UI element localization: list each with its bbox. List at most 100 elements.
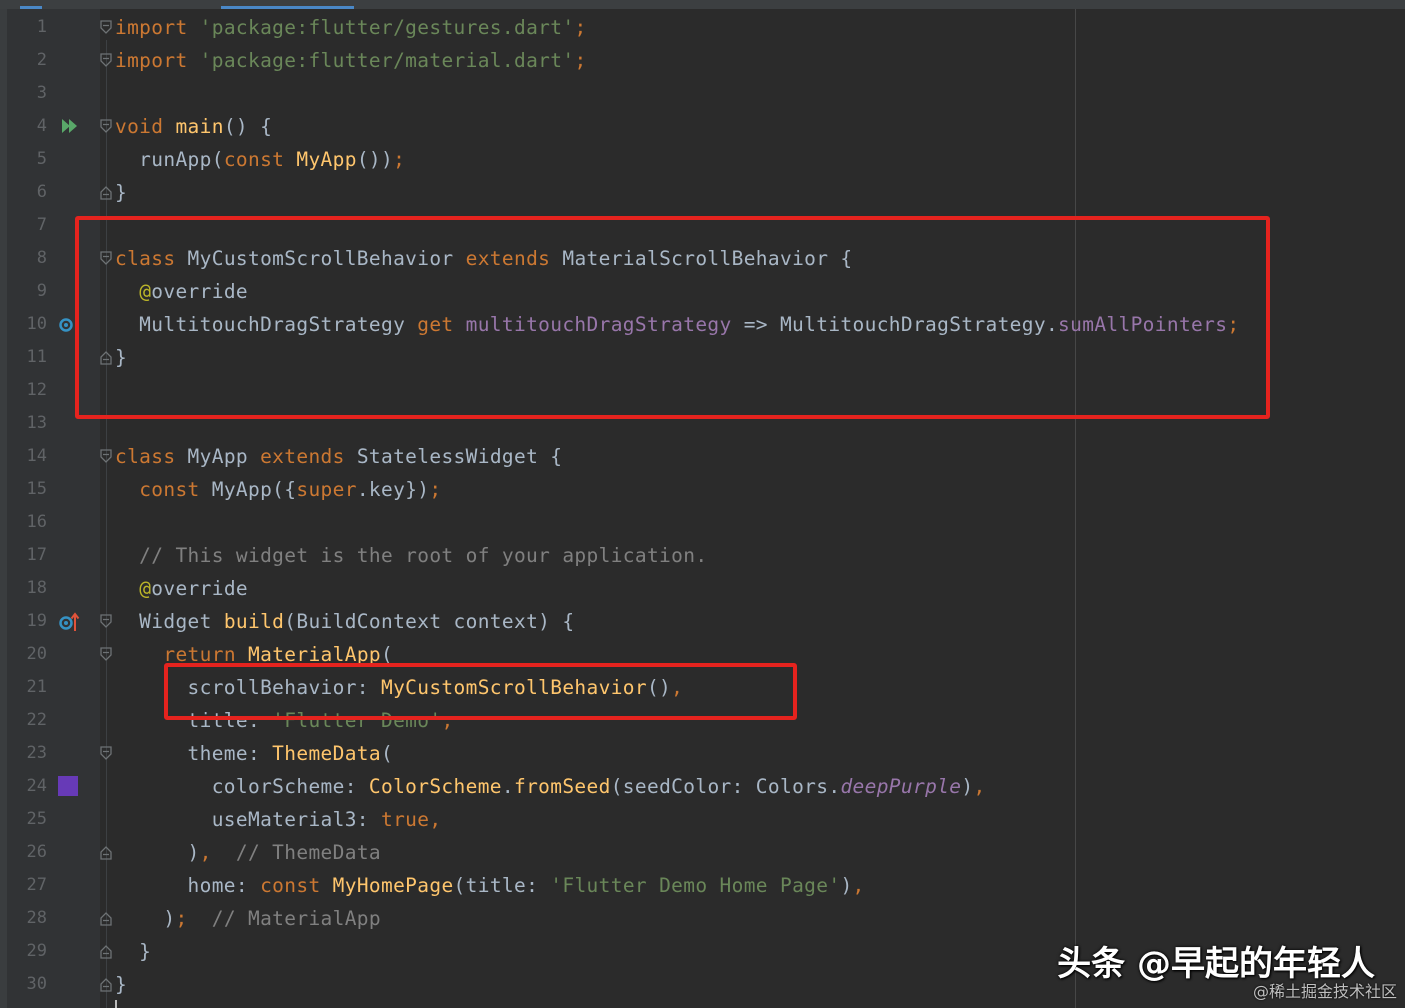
line-number: 23 [26, 743, 47, 763]
code-token: , [973, 775, 986, 798]
code-text[interactable]: class MyApp extends StatelessWidget { [115, 440, 562, 473]
code-text[interactable]: Widget build(BuildContext context) { [115, 605, 574, 638]
run-main-icon[interactable] [60, 116, 80, 136]
line-number: 28 [26, 908, 47, 928]
code-line[interactable]: 4 void main() { [0, 110, 1405, 143]
line-number: 7 [36, 215, 47, 235]
fold-marker-icon[interactable] [99, 185, 113, 200]
text-caret [115, 1000, 117, 1008]
line-number: 12 [26, 380, 47, 400]
code-line[interactable]: 16 [0, 506, 1405, 539]
fold-marker-icon[interactable] [99, 746, 113, 761]
code-text[interactable]: @override [115, 572, 248, 605]
line-number: 16 [26, 512, 47, 532]
code-line[interactable]: 19 Widget build(BuildContext context) { [0, 605, 1405, 638]
code-text[interactable]: runApp(const MyApp()); [115, 143, 405, 176]
fold-marker-icon[interactable] [99, 614, 113, 629]
code-line[interactable]: 18 @override [0, 572, 1405, 605]
code-text[interactable]: ), // ThemeData [115, 836, 381, 869]
fold-marker-icon[interactable] [99, 911, 113, 926]
line-number: 10 [26, 314, 47, 334]
code-token: ()) [356, 148, 394, 171]
code-text[interactable]: } [115, 176, 127, 209]
code-token: MyHomePage [332, 874, 454, 897]
code-token: void [115, 115, 164, 138]
code-line[interactable]: 5 runApp(const MyApp()); [0, 143, 1405, 176]
code-token: ; [574, 16, 587, 39]
code-text[interactable]: colorScheme: ColorScheme.fromSeed(seedCo… [115, 770, 986, 803]
code-text[interactable]: useMaterial3: true, [115, 803, 441, 836]
overrides-method-icon[interactable] [58, 611, 82, 633]
code-token: 'package:flutter/material.dart' [199, 49, 575, 72]
code-token: // This widget is the root of your appli… [115, 544, 708, 567]
code-text[interactable]: // This widget is the root of your appli… [115, 539, 707, 572]
code-token: theme: [115, 742, 273, 765]
fold-marker-icon[interactable] [99, 449, 113, 464]
fold-marker-icon[interactable] [99, 53, 113, 68]
code-text[interactable]: import 'package:flutter/gestures.dart'; [115, 11, 587, 44]
code-text[interactable]: void main() { [115, 110, 272, 143]
code-line[interactable]: 15 const MyApp({super.key}); [0, 473, 1405, 506]
code-token: } [115, 181, 128, 204]
fold-marker-icon[interactable] [99, 20, 113, 35]
code-text[interactable]: import 'package:flutter/material.dart'; [115, 44, 587, 77]
code-text[interactable]: home: const MyHomePage(title: 'Flutter D… [115, 869, 865, 902]
code-text[interactable]: } [115, 968, 127, 1001]
code-line[interactable]: 23 theme: ThemeData( [0, 737, 1405, 770]
code-token: import [115, 16, 188, 39]
color-swatch-icon[interactable] [58, 776, 78, 796]
code-line[interactable]: 3 [0, 77, 1405, 110]
code-line[interactable]: 6} [0, 176, 1405, 209]
line-number: 15 [26, 479, 47, 499]
fold-marker-icon[interactable] [99, 119, 113, 134]
code-text[interactable]: } [115, 935, 151, 968]
line-number: 30 [26, 974, 47, 994]
fold-marker-icon[interactable] [99, 845, 113, 860]
code-text[interactable]: const MyApp({super.key}); [115, 473, 441, 506]
line-number: 19 [26, 611, 47, 631]
fold-marker-icon[interactable] [99, 977, 113, 992]
code-line[interactable]: 17 // This widget is the root of your ap… [0, 539, 1405, 572]
code-token: MyApp [296, 148, 357, 171]
fold-marker-icon[interactable] [99, 647, 113, 662]
code-line[interactable]: 26 ), // ThemeData [0, 836, 1405, 869]
code-token: build [223, 610, 285, 633]
line-number: 4 [36, 116, 47, 136]
code-token: main [175, 115, 224, 138]
code-token: () { [223, 115, 273, 138]
code-token: , [429, 808, 442, 831]
code-line[interactable]: 25 useMaterial3: true, [0, 803, 1405, 836]
code-token: , [199, 841, 212, 864]
code-line[interactable]: 14 class MyApp extends StatelessWidget { [0, 440, 1405, 473]
code-token: 'Flutter Demo Home Page' [550, 874, 841, 897]
line-number: 1 [36, 17, 47, 37]
line-number: 25 [26, 809, 47, 829]
code-line[interactable]: 28 ); // MaterialApp [0, 902, 1405, 935]
line-number: 2 [36, 50, 47, 70]
code-token: fromSeed [513, 775, 611, 798]
code-line[interactable]: 27 home: const MyHomePage(title: 'Flutte… [0, 869, 1405, 902]
code-line[interactable]: 1 import 'package:flutter/gestures.dart'; [0, 11, 1405, 44]
code-token: colorScheme: [115, 775, 369, 798]
line-number: 26 [26, 842, 47, 862]
code-token: (seedColor: Colors. [610, 775, 841, 798]
code-text[interactable]: ); // MaterialApp [115, 902, 381, 935]
line-number: 21 [26, 677, 47, 697]
code-token: , [852, 874, 865, 897]
code-text[interactable]: theme: ThemeData( [115, 737, 393, 770]
code-token: } [115, 940, 152, 963]
code-token: ; [574, 49, 587, 72]
code-token: @ [139, 577, 152, 600]
line-number: 11 [26, 347, 47, 367]
code-line[interactable]: 2 import 'package:flutter/material.dart'; [0, 44, 1405, 77]
code-line[interactable]: 24 colorScheme: ColorScheme.fromSeed(see… [0, 770, 1405, 803]
code-token: ; [429, 478, 442, 501]
line-number: 24 [26, 776, 47, 796]
code-token: ThemeData [272, 742, 381, 765]
fold-marker-icon[interactable] [99, 944, 113, 959]
code-token: deepPurple [840, 775, 962, 798]
